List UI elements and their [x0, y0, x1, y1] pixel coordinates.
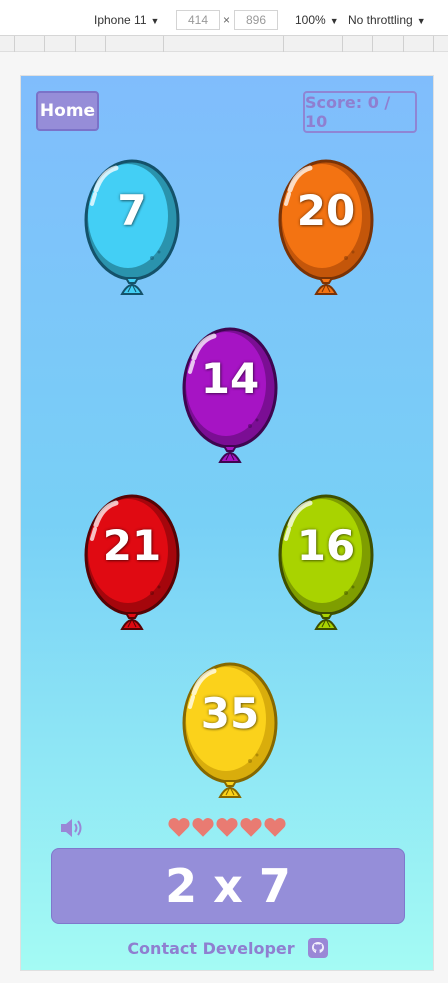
balloon-number: 7	[117, 186, 147, 235]
home-button[interactable]: Home	[36, 91, 99, 131]
dimension-separator: ×	[223, 13, 231, 27]
throttling-select[interactable]: No throttling ▼	[348, 13, 426, 27]
chevron-down-icon: ▼	[150, 16, 160, 26]
multiplication-question: 2 x 7	[51, 848, 405, 924]
lives-hearts	[168, 817, 286, 839]
heart-icon	[192, 818, 214, 837]
chevron-down-icon: ▼	[416, 16, 426, 26]
balloon-number: 35	[200, 689, 260, 738]
github-icon[interactable]	[307, 937, 329, 959]
viewport-width-input[interactable]: 414	[176, 10, 220, 30]
heart-icon	[168, 818, 190, 837]
chevron-down-icon: ▼	[329, 16, 339, 26]
speaker-icon[interactable]	[59, 817, 87, 839]
footer: Contact Developer	[21, 936, 433, 960]
balloon-35[interactable]: 35	[180, 661, 280, 801]
balloon-21[interactable]: 21	[82, 493, 182, 633]
heart-icon	[240, 818, 262, 837]
balloon-7[interactable]: 7	[82, 158, 182, 298]
balloon-number: 20	[296, 186, 356, 235]
balloon-number: 14	[200, 354, 260, 403]
balloon-16[interactable]: 16	[276, 493, 376, 633]
heart-icon	[264, 818, 286, 837]
balloon-14[interactable]: 14	[180, 326, 280, 466]
device-select[interactable]: Iphone 11 ▼	[94, 13, 159, 27]
media-query-ruler	[0, 36, 448, 52]
game-viewport: Home Score: 0 / 10 7 20 14 21 16 35 2 x 7 Con…	[20, 75, 434, 971]
heart-icon	[216, 818, 238, 837]
balloon-number: 21	[102, 521, 162, 570]
balloon-20[interactable]: 20	[276, 158, 376, 298]
balloon-number: 16	[296, 521, 356, 570]
zoom-select-label: 100%	[295, 13, 326, 27]
score-display: Score: 0 / 10	[303, 91, 417, 133]
throttling-select-label: No throttling	[348, 13, 413, 27]
contact-developer-link[interactable]: Contact Developer	[127, 939, 294, 958]
zoom-select[interactable]: 100% ▼	[295, 13, 339, 27]
devtools-toolbar: Iphone 11 ▼ 414 × 896 100% ▼ No throttling…	[0, 0, 448, 36]
viewport-height-input[interactable]: 896	[234, 10, 278, 30]
device-select-label: Iphone 11	[94, 13, 147, 27]
